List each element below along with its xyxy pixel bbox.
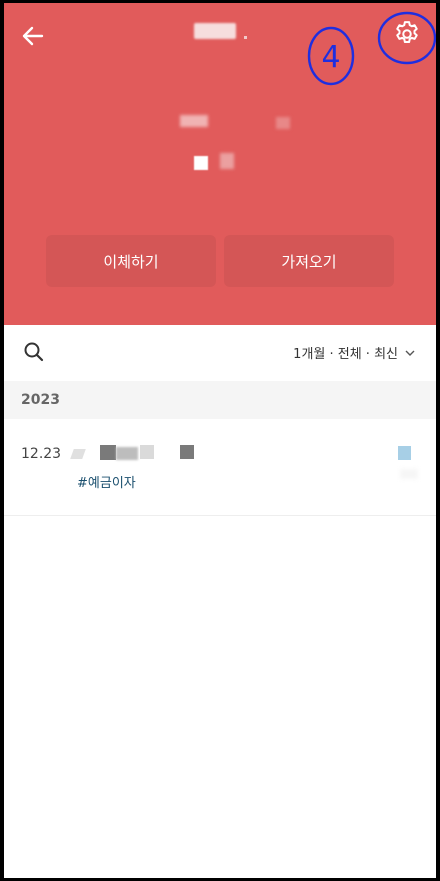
settings-button[interactable] xyxy=(392,19,422,49)
transaction-amount-redacted xyxy=(398,446,411,460)
transaction-balance-redacted xyxy=(400,469,418,479)
arrow-left-icon xyxy=(22,26,44,46)
transaction-title-redacted xyxy=(180,445,194,459)
balance-redacted-part xyxy=(180,115,208,127)
account-header: 4 이체하기 가져오기 xyxy=(4,3,436,325)
import-button[interactable]: 가져오기 xyxy=(224,235,394,287)
transfer-button-label: 이체하기 xyxy=(103,252,159,271)
search-icon xyxy=(24,342,44,362)
transfer-button[interactable]: 이체하기 xyxy=(46,235,216,287)
back-button[interactable] xyxy=(18,21,48,51)
filter-bar: 1개월 · 전체 · 최신 xyxy=(4,325,436,381)
transaction-tag: #예금이자 xyxy=(77,476,136,491)
transaction-title-redacted xyxy=(116,447,138,460)
gear-icon xyxy=(396,21,418,43)
transaction-date: 12.23 xyxy=(21,446,62,462)
balance-redacted-part xyxy=(220,153,234,169)
filter-label: 1개월 · 전체 · 최신 xyxy=(293,347,398,362)
chevron-down-icon xyxy=(405,350,415,356)
balance-redacted-part xyxy=(194,156,208,170)
app-screen: 4 이체하기 가져오기 1개월 · 전체 · 최신 2023 12.23 #예금… xyxy=(4,3,436,878)
transaction-title-redacted xyxy=(100,445,116,460)
transaction-title-redacted xyxy=(140,445,154,459)
account-title-redacted-dot xyxy=(244,36,247,39)
year-section-header: 2023 xyxy=(4,381,436,419)
transaction-title-redacted xyxy=(70,449,86,459)
transaction-row[interactable]: 12.23 #예금이자 xyxy=(4,419,436,516)
account-title-redacted xyxy=(194,23,236,39)
annotation-text: 4 xyxy=(321,40,340,75)
year-label: 2023 xyxy=(21,392,60,408)
filter-dropdown[interactable]: 1개월 · 전체 · 최신 xyxy=(293,343,416,362)
search-button[interactable] xyxy=(22,340,46,364)
handwritten-annotation-4: 4 xyxy=(307,26,355,86)
import-button-label: 가져오기 xyxy=(281,252,337,271)
balance-redacted-part xyxy=(276,117,290,129)
